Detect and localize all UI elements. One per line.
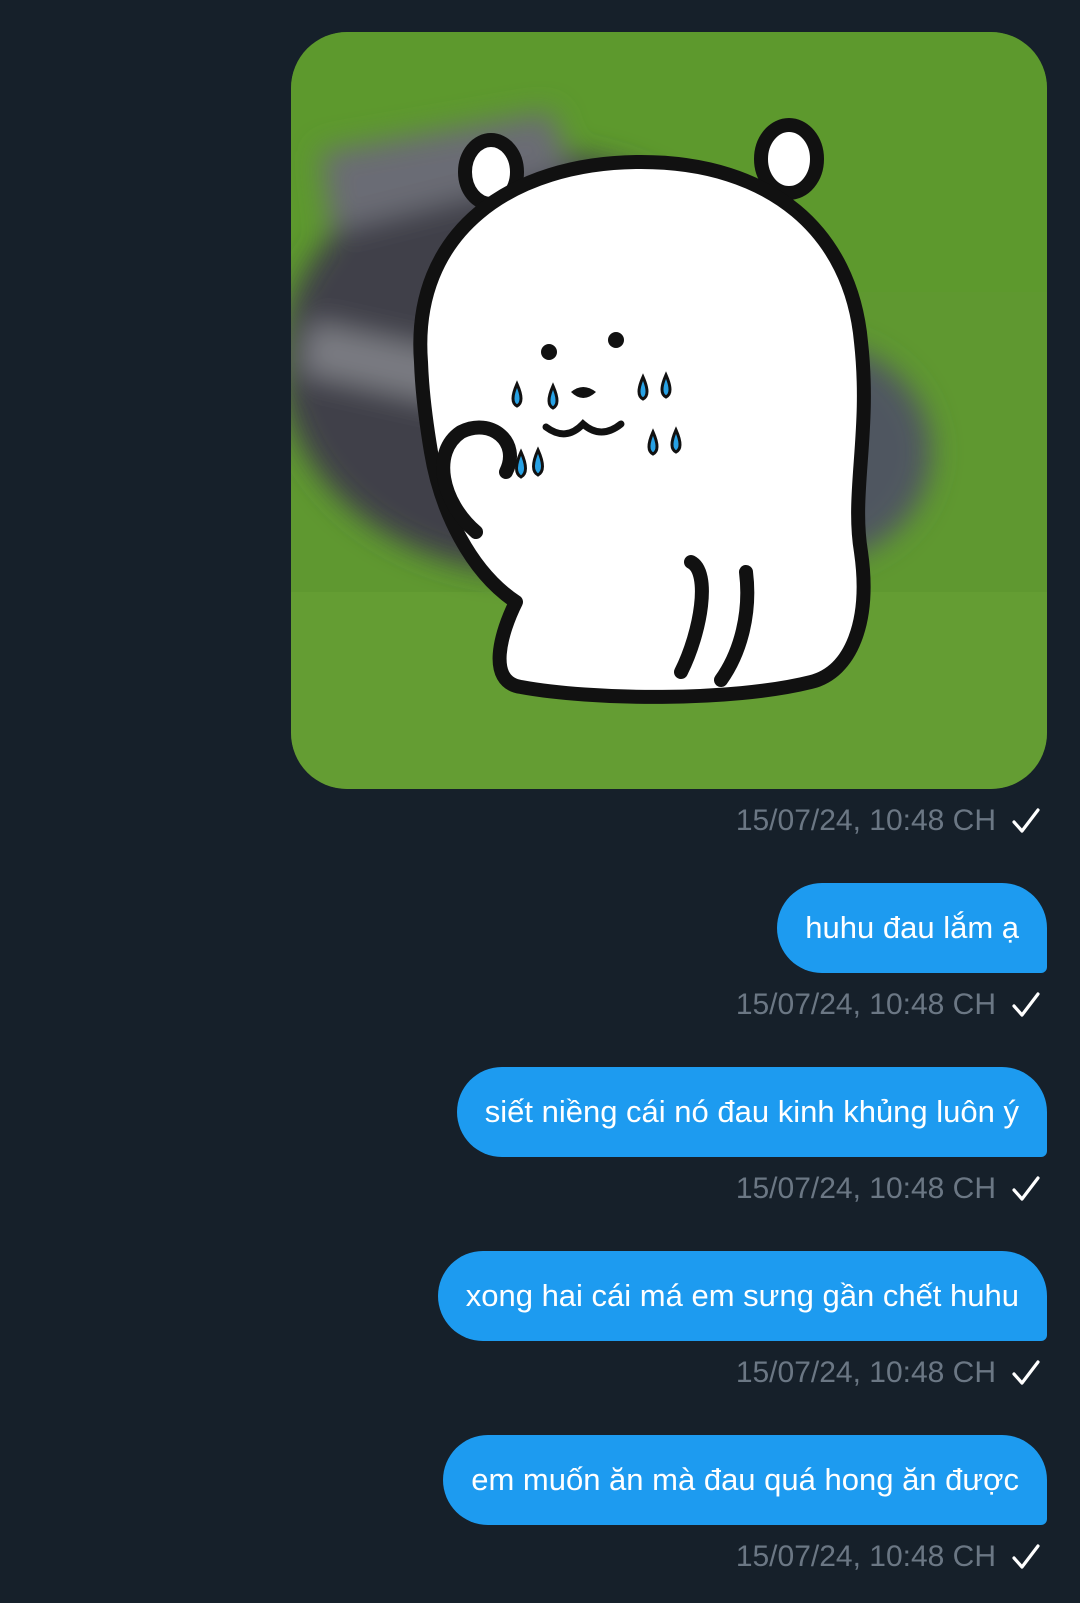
check-icon (1012, 1360, 1040, 1385)
chat-thread: 15/07/24, 10:48 CH huhu đau lắm ạ 15/07/… (0, 0, 1080, 1603)
crying-bear-sticker-image (291, 32, 1047, 789)
check-icon (1012, 1176, 1040, 1201)
timestamp: 15/07/24, 10:48 CH (735, 988, 996, 1021)
message-meta: 15/07/24, 10:48 CH (736, 1537, 1042, 1577)
message-bubble[interactable]: siết niềng cái nó đau kinh khủng luôn ý (456, 1067, 1047, 1157)
check-icon (1012, 1544, 1040, 1569)
message-meta: 15/07/24, 10:48 CH (736, 1169, 1042, 1209)
check-icon (1012, 808, 1040, 833)
image-message[interactable] (291, 32, 1047, 789)
message-bubble[interactable]: em muốn ăn mà đau quá hong ăn được (443, 1435, 1047, 1525)
message-text: xong hai cái má em sưng gần chết huhu (465, 1278, 1019, 1313)
message-bubble[interactable]: huhu đau lắm ạ (777, 883, 1047, 973)
message-meta: 15/07/24, 10:48 CH (736, 801, 1042, 841)
timestamp: 15/07/24, 10:48 CH (735, 1540, 996, 1573)
message-meta: 15/07/24, 10:48 CH (736, 985, 1042, 1025)
check-icon (1012, 992, 1040, 1017)
message-text: huhu đau lắm ạ (805, 910, 1019, 945)
timestamp: 15/07/24, 10:48 CH (735, 1356, 996, 1389)
message-text: em muốn ăn mà đau quá hong ăn được (471, 1462, 1019, 1497)
message-meta: 15/07/24, 10:48 CH (736, 1353, 1042, 1393)
message-text: siết niềng cái nó đau kinh khủng luôn ý (484, 1094, 1019, 1129)
timestamp: 15/07/24, 10:48 CH (735, 804, 996, 837)
timestamp: 15/07/24, 10:48 CH (735, 1172, 996, 1205)
message-bubble[interactable]: xong hai cái má em sưng gần chết huhu (437, 1251, 1047, 1341)
